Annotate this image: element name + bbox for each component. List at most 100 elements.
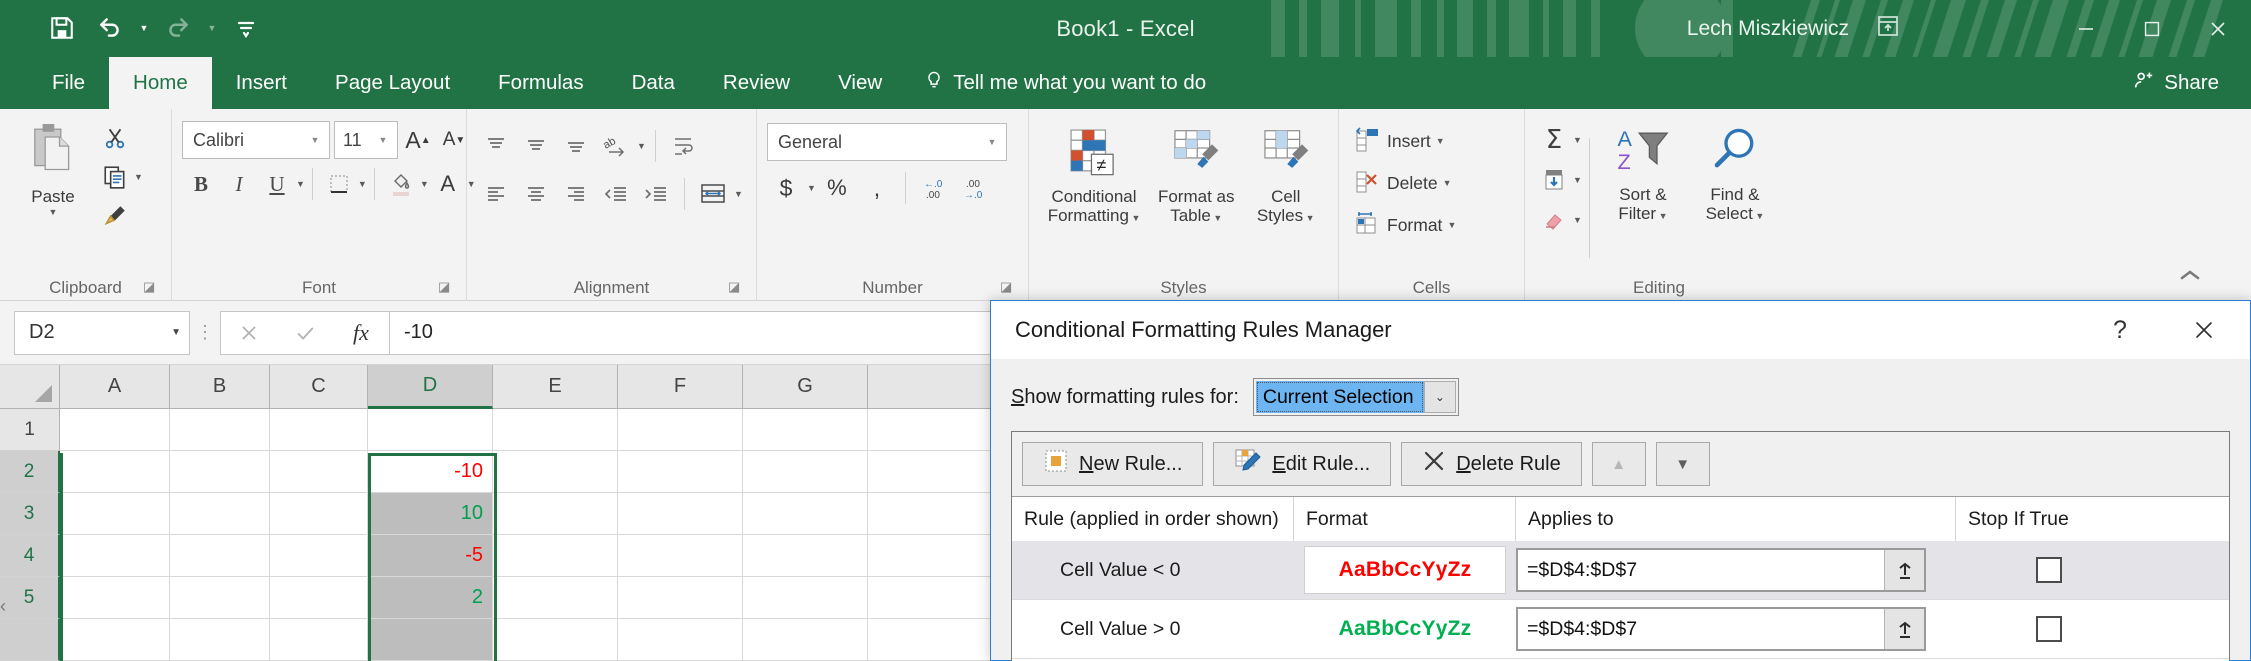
cell-a5[interactable] [60,577,170,619]
row-header-4[interactable]: 4 [0,535,60,577]
fill-color-icon[interactable] [382,165,420,203]
column-header-d[interactable]: D [368,365,493,409]
paste-button[interactable]: Paste ▼ [10,117,96,221]
borders-icon[interactable] [320,165,358,203]
chevron-down-icon[interactable]: ▼ [982,137,1002,147]
clear-icon[interactable] [1535,201,1573,239]
cell-b6[interactable] [170,619,270,661]
table-row[interactable]: Cell Value > 0 AaBbCcYyZz =$D$4:$D$7 [1012,600,2229,658]
restore-icon[interactable] [2119,0,2185,57]
help-question-icon[interactable]: ? [2094,301,2146,359]
decrease-indent-icon[interactable] [597,175,635,213]
cell-c2[interactable] [270,451,368,493]
cell-b1[interactable] [170,409,270,451]
format-dropdown-caret[interactable]: ▼ [1447,220,1456,230]
tab-view[interactable]: View [814,57,906,109]
cell-a1[interactable] [60,409,170,451]
cell-f5[interactable] [618,577,743,619]
insert-function-fx-icon[interactable]: fx [333,312,389,354]
fill-color-dropdown-caret[interactable]: ▼ [420,179,429,189]
orientation-icon[interactable]: ab [597,127,635,165]
copy-dropdown-caret[interactable]: ▼ [134,172,143,182]
orientation-dropdown-caret[interactable]: ▼ [637,141,646,151]
cell-b3[interactable] [170,493,270,535]
cell-f2[interactable] [618,451,743,493]
clipboard-dialog-launcher[interactable]: ◪ [143,280,159,296]
column-header-f[interactable]: F [618,365,743,409]
font-size-combo[interactable]: 11 ▼ [334,121,398,159]
select-all-corner[interactable] [0,365,60,409]
tab-page-layout[interactable]: Page Layout [311,57,474,109]
column-header-a[interactable]: A [60,365,170,409]
cell-e1[interactable] [493,409,618,451]
font-name-combo[interactable]: Calibri ▼ [182,121,330,159]
cell-b2[interactable] [170,451,270,493]
delete-rule-button[interactable]: Delete Rule [1401,442,1582,486]
cell-c1[interactable] [270,409,368,451]
accounting-format-icon[interactable]: $ [767,169,805,207]
applies-to-field-2[interactable]: =$D$4:$D$7 [1516,607,1926,651]
cell-e5[interactable] [493,577,618,619]
align-right-icon[interactable] [557,175,595,213]
chevron-down-icon[interactable]: ▼ [373,135,393,145]
minimize-icon[interactable] [2053,0,2119,57]
delete-dropdown-caret[interactable]: ▼ [1443,178,1452,188]
cell-d2[interactable]: -10 [368,451,493,493]
cell-f3[interactable] [618,493,743,535]
column-header-e[interactable]: E [493,365,618,409]
accounting-dropdown-caret[interactable]: ▼ [807,183,816,193]
clear-dropdown-caret[interactable]: ▼ [1573,215,1582,225]
edit-rule-button[interactable]: Edit Rule... [1213,442,1392,486]
underline-button[interactable]: U [258,165,296,203]
find-select-button[interactable]: Find & Select ▼ [1689,121,1781,227]
tell-me-search[interactable]: Tell me what you want to do [906,57,1224,109]
wrap-text-icon[interactable] [665,127,703,165]
autosum-icon[interactable]: Σ [1535,121,1573,159]
move-up-arrow-icon[interactable]: ▲ [1591,442,1646,486]
percent-style-icon[interactable]: % [818,169,856,207]
cell-f1[interactable] [618,409,743,451]
row-header-3[interactable]: 3 [0,493,60,535]
cell-styles-button[interactable]: Cell Styles ▼ [1243,123,1328,229]
cell-c5[interactable] [270,577,368,619]
tab-insert[interactable]: Insert [212,57,311,109]
insert-dropdown-caret[interactable]: ▼ [1436,136,1445,146]
column-header-c[interactable]: C [270,365,368,409]
cell-e4[interactable] [493,535,618,577]
cell-e6[interactable] [493,619,618,661]
align-middle-icon[interactable] [517,127,555,165]
table-row[interactable]: Cell Value < 0 AaBbCcYyZz =$D$4:$D$7 [1012,541,2229,599]
cell-g3[interactable] [743,493,868,535]
bold-button[interactable]: B [182,165,220,203]
tab-review[interactable]: Review [699,57,814,109]
chevron-down-icon[interactable]: ▼ [305,135,325,145]
scroll-left-icon[interactable]: ‹ [0,593,22,619]
number-dialog-launcher[interactable]: ◪ [1000,280,1016,296]
column-header-b[interactable]: B [170,365,270,409]
format-cells-button[interactable]: Format ▼ [1349,205,1461,245]
cell-f4[interactable] [618,535,743,577]
cell-c4[interactable] [270,535,368,577]
cell-d6[interactable] [368,619,493,661]
enter-check-icon[interactable] [277,312,333,354]
font-color-icon[interactable]: A [429,165,467,203]
copy-icon[interactable] [96,158,134,196]
cell-d5[interactable]: 2 [368,577,493,619]
move-down-arrow-icon[interactable]: ▼ [1655,442,1710,486]
fill-icon[interactable] [1535,161,1573,199]
name-box[interactable]: D2 ▼ [14,310,190,355]
cut-icon[interactable] [96,119,134,157]
cell-a3[interactable] [60,493,170,535]
conditional-formatting-button[interactable]: ≠ Conditional Formatting ▼ [1039,123,1149,229]
merge-center-icon[interactable] [694,175,732,213]
cancel-icon[interactable] [221,312,277,354]
align-top-icon[interactable] [477,127,515,165]
sort-filter-button[interactable]: A Z Sort & Filter ▼ [1597,121,1689,227]
row-header-1[interactable]: 1 [0,409,60,451]
cell-c3[interactable] [270,493,368,535]
share-button[interactable]: Share [2122,57,2229,109]
decrease-decimal-icon[interactable]: .00 →.0 [955,169,993,207]
user-name[interactable]: Lech Miszkiewicz [1687,17,1849,41]
number-format-combo[interactable]: General ▼ [767,123,1007,161]
borders-dropdown-caret[interactable]: ▼ [358,179,367,189]
